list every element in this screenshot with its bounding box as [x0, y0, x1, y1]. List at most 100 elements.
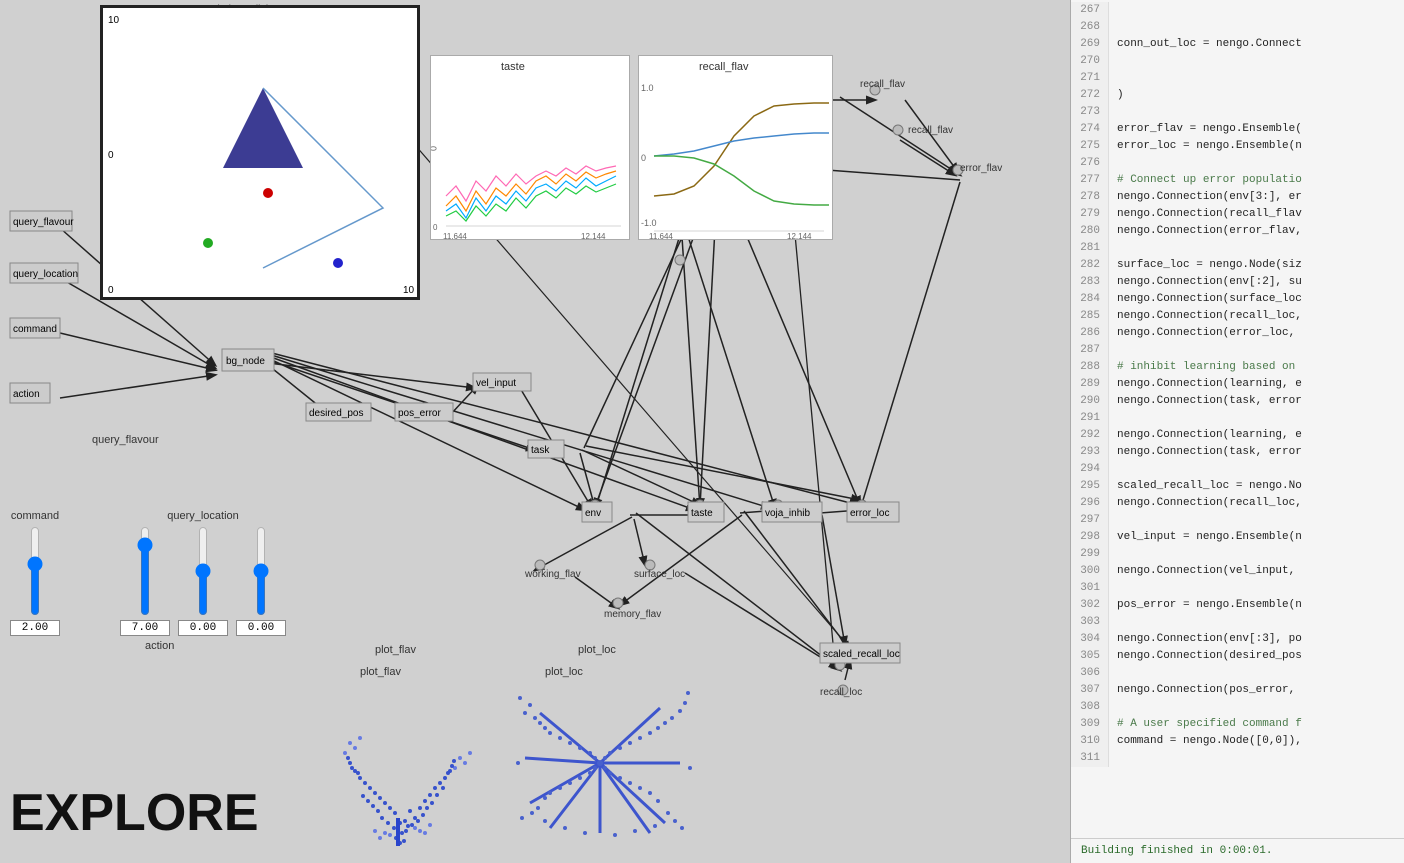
line-content: nengo.Connection(recall_loc, [1109, 495, 1302, 512]
line-number: 270 [1071, 53, 1109, 70]
svg-text:-1.0: -1.0 [641, 218, 657, 228]
line-content [1109, 410, 1117, 427]
line-content: # A user specified command f [1109, 716, 1302, 733]
line-number: 293 [1071, 444, 1109, 461]
code-line: 295scaled_recall_loc = nengo.No [1071, 478, 1404, 495]
line-number: 268 [1071, 19, 1109, 36]
line-content [1109, 53, 1117, 70]
svg-text:voja_inhib: voja_inhib [765, 508, 810, 519]
line-content: nengo.Connection(vel_input, [1109, 563, 1295, 580]
line-number: 306 [1071, 665, 1109, 682]
line-number: 278 [1071, 189, 1109, 206]
svg-text:11.644: 11.644 [443, 232, 467, 241]
line-number: 310 [1071, 733, 1109, 750]
line-content: nengo.Connection(error_flav, [1109, 223, 1302, 240]
command-slider-value: 2.00 [10, 620, 60, 636]
svg-text:scaled_recall_loc: scaled_recall_loc [823, 649, 900, 660]
line-number: 280 [1071, 223, 1109, 240]
code-line: 305nengo.Connection(desired_pos [1071, 648, 1404, 665]
line-number: 271 [1071, 70, 1109, 87]
line-content: nengo.Connection(recall_loc, [1109, 308, 1302, 325]
code-line: 275error_loc = nengo.Ensemble(n [1071, 138, 1404, 155]
line-number: 282 [1071, 257, 1109, 274]
line-number: 272 [1071, 87, 1109, 104]
code-line: 297 [1071, 512, 1404, 529]
plot-flav: plot_flav [330, 663, 490, 843]
svg-text:query_location: query_location [13, 269, 78, 280]
svg-text:10: 10 [108, 15, 120, 26]
svg-text:desired_pos: desired_pos [309, 408, 363, 419]
svg-text:0: 0 [108, 150, 114, 161]
line-number: 296 [1071, 495, 1109, 512]
svg-text:env: env [585, 508, 601, 519]
svg-text:task: task [531, 445, 550, 456]
line-content: error_flav = nengo.Ensemble( [1109, 121, 1302, 138]
line-number: 288 [1071, 359, 1109, 376]
svg-text:bg_node: bg_node [226, 356, 265, 367]
code-panel: 267268269conn_out_loc = nengo.Connect270… [1070, 0, 1404, 863]
svg-text:working_flav: working_flav [524, 569, 581, 580]
line-content [1109, 2, 1117, 19]
code-line: 292nengo.Connection(learning, e [1071, 427, 1404, 444]
svg-text:11.644: 11.644 [649, 232, 673, 241]
line-content [1109, 104, 1117, 121]
line-content: surface_loc = nengo.Node(siz [1109, 257, 1302, 274]
ql-slider1[interactable] [136, 526, 154, 616]
ql-slider2-value: 0.00 [178, 620, 228, 636]
code-line: 271 [1071, 70, 1404, 87]
command-slider-group: command 2.00 [10, 510, 60, 636]
code-line: 274error_flav = nengo.Ensemble( [1071, 121, 1404, 138]
line-content [1109, 461, 1117, 478]
svg-text:recall_flav: recall_flav [699, 61, 749, 73]
line-content: nengo.Connection(pos_error, [1109, 682, 1295, 699]
line-content: # Connect up error populatio [1109, 172, 1302, 189]
ql-slider3[interactable] [252, 526, 270, 616]
code-line: 284nengo.Connection(surface_loc [1071, 291, 1404, 308]
line-content [1109, 580, 1117, 597]
taste-chart: taste 0 0 11.644 12.144 [430, 55, 630, 240]
svg-text:recall_flav: recall_flav [860, 79, 905, 90]
code-line: 288# inhibit learning based on [1071, 359, 1404, 376]
svg-text:0: 0 [108, 285, 114, 296]
code-line: 281 [1071, 240, 1404, 257]
code-line: 301 [1071, 580, 1404, 597]
line-content: nengo.Connection(env[:2], su [1109, 274, 1302, 291]
action-label: action [145, 640, 300, 652]
command-slider[interactable] [26, 526, 44, 616]
line-content [1109, 19, 1117, 36]
line-number: 287 [1071, 342, 1109, 359]
ql-slider2[interactable] [194, 526, 212, 616]
code-line: 289nengo.Connection(learning, e [1071, 376, 1404, 393]
line-number: 283 [1071, 274, 1109, 291]
code-line: 285nengo.Connection(recall_loc, [1071, 308, 1404, 325]
svg-text:surface_loc: surface_loc [634, 569, 685, 580]
line-number: 302 [1071, 597, 1109, 614]
line-content [1109, 750, 1117, 767]
explore-text: EXPLORE [10, 783, 259, 843]
line-number: 286 [1071, 325, 1109, 342]
line-number: 291 [1071, 410, 1109, 427]
line-number: 308 [1071, 699, 1109, 716]
code-line: 302pos_error = nengo.Ensemble(n [1071, 597, 1404, 614]
ql-slider1-value: 7.00 [120, 620, 170, 636]
line-content: nengo.Connection(desired_pos [1109, 648, 1302, 665]
code-scroll[interactable]: 267268269conn_out_loc = nengo.Connect270… [1071, 0, 1404, 838]
code-line: 294 [1071, 461, 1404, 478]
svg-text:12.144: 12.144 [787, 232, 812, 241]
line-content [1109, 699, 1117, 716]
svg-text:0: 0 [431, 146, 438, 151]
code-line: 277# Connect up error populatio [1071, 172, 1404, 189]
svg-text:query_flavour: query_flavour [13, 217, 74, 228]
line-number: 279 [1071, 206, 1109, 223]
svg-text:command: command [13, 324, 57, 335]
command-slider-label: command [11, 510, 59, 522]
svg-text:plot_loc: plot_loc [545, 666, 583, 678]
line-content: scaled_recall_loc = nengo.No [1109, 478, 1302, 495]
line-number: 304 [1071, 631, 1109, 648]
line-number: 290 [1071, 393, 1109, 410]
code-line: 269conn_out_loc = nengo.Connect [1071, 36, 1404, 53]
line-number: 289 [1071, 376, 1109, 393]
line-number: 275 [1071, 138, 1109, 155]
line-number: 274 [1071, 121, 1109, 138]
line-number: 297 [1071, 512, 1109, 529]
